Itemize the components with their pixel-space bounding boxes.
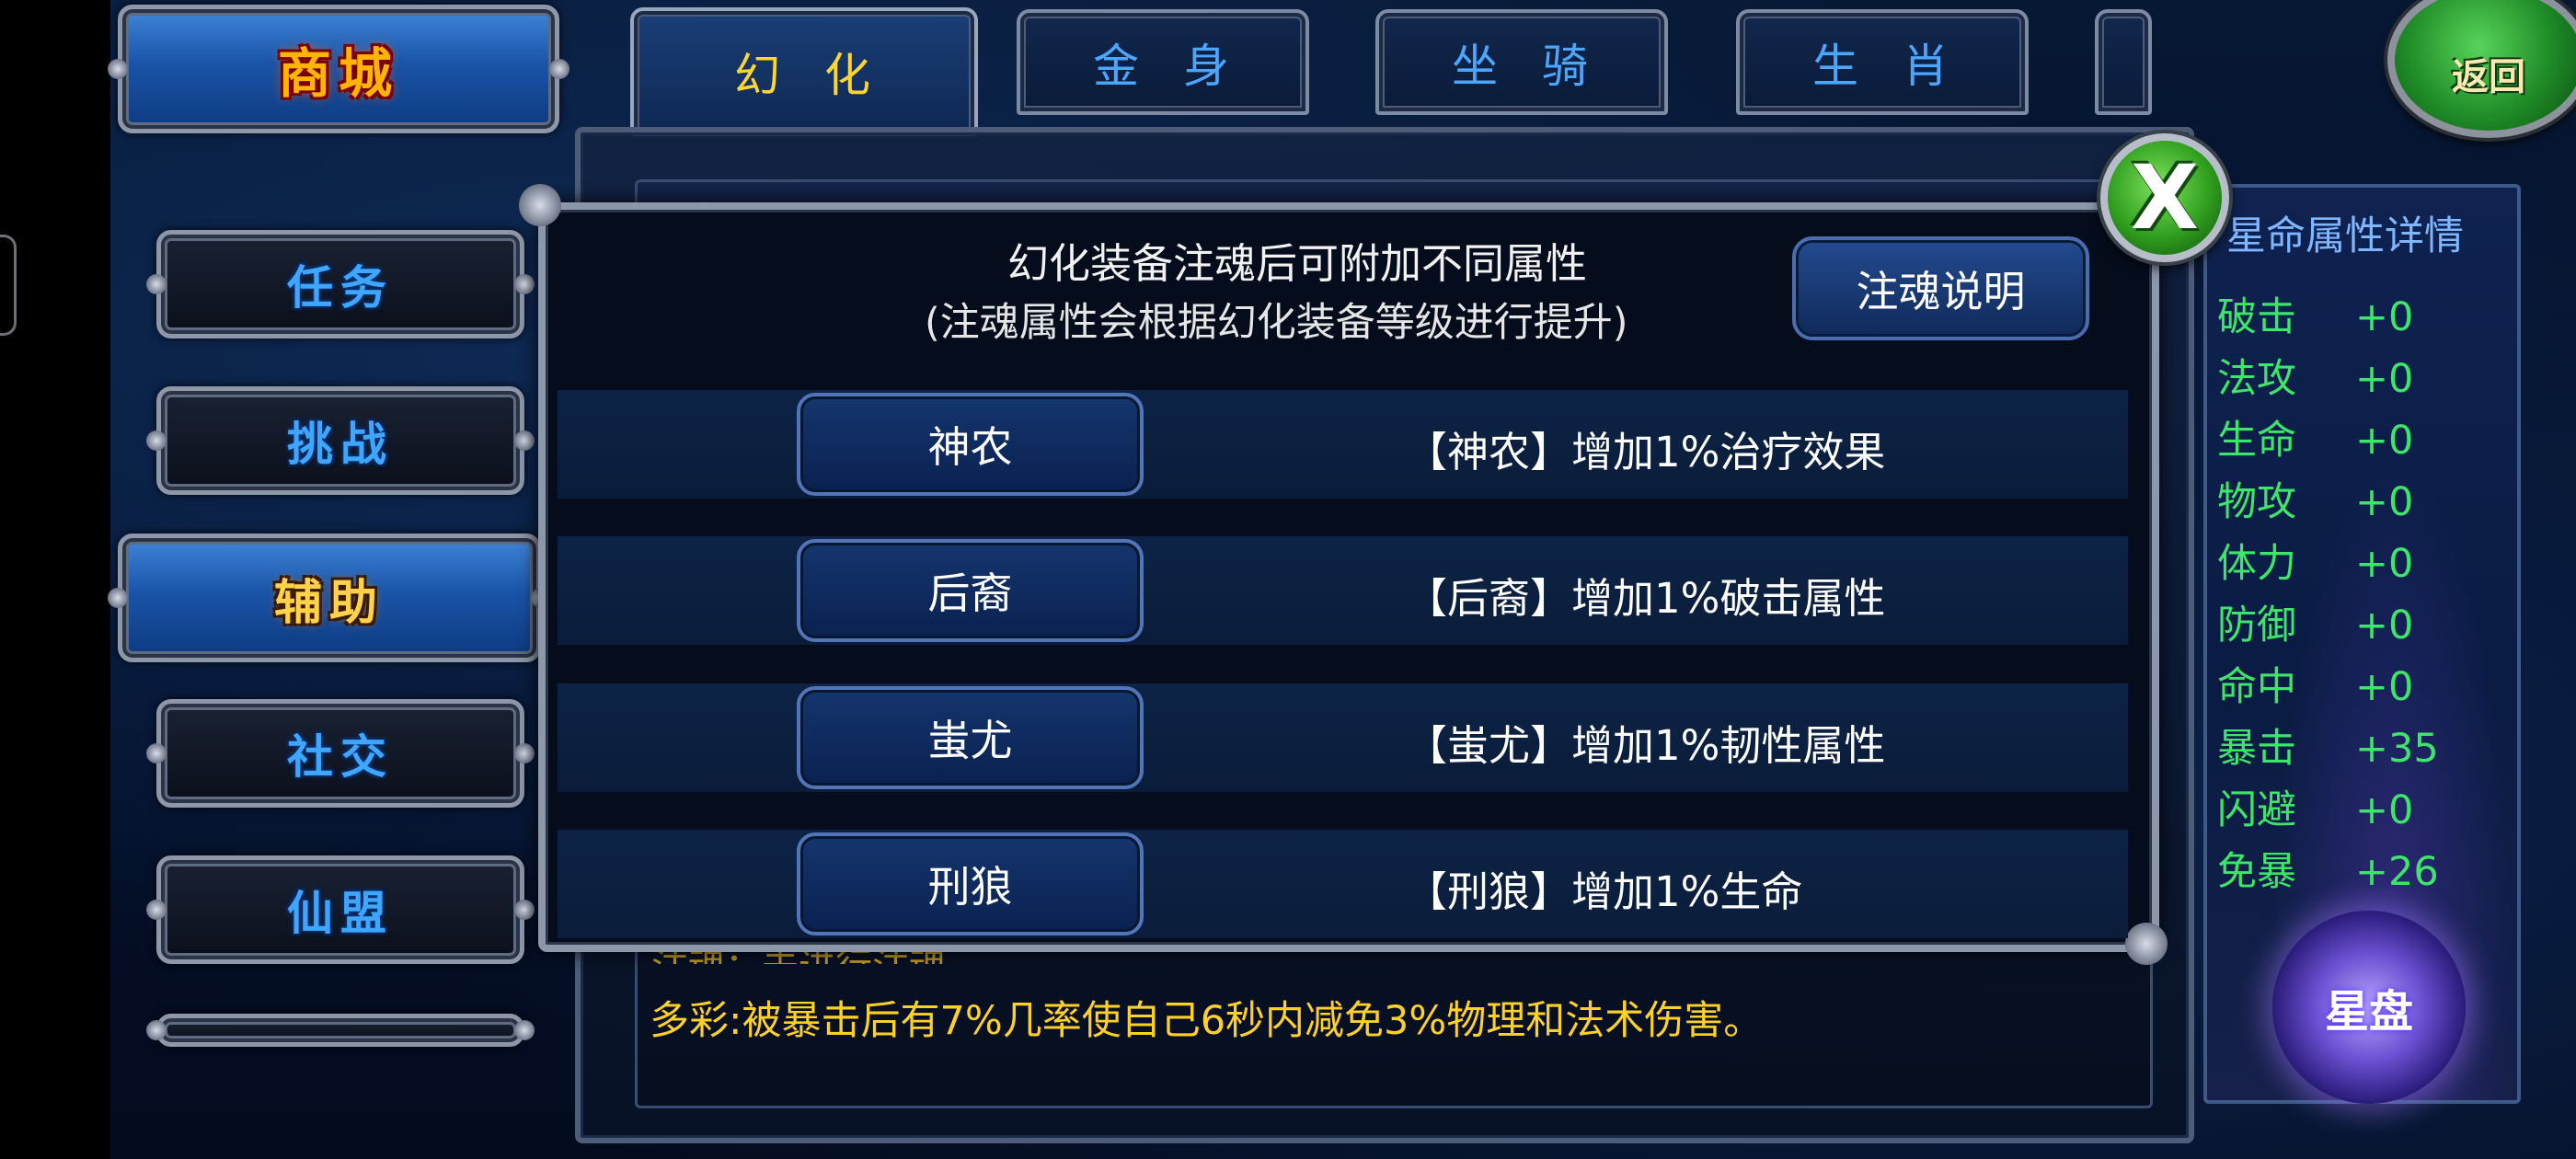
option-button-label: 后裔 bbox=[927, 568, 1013, 618]
attr-row: 物攻 +0 bbox=[2217, 470, 2413, 527]
attr-name: 法攻 bbox=[2217, 356, 2296, 402]
option-description: 【蚩尤】增加1%韧性属性 bbox=[1406, 721, 1886, 770]
attr-name: 破击 bbox=[2217, 294, 2296, 340]
tab-partial[interactable] bbox=[2095, 9, 2152, 115]
dialog-description: 幻化装备注魂后可附加不同属性 bbox=[1007, 239, 1588, 288]
tab-label: 金身 bbox=[1093, 39, 1273, 93]
attr-name: 闪避 bbox=[2217, 787, 2296, 833]
attr-name: 命中 bbox=[2217, 664, 2296, 710]
tab-label: 坐骑 bbox=[1452, 39, 1632, 93]
soul-explanation-button[interactable]: 注魂说明 bbox=[1792, 236, 2089, 340]
attr-name: 免暴 bbox=[2217, 849, 2296, 895]
attributes-title: 星命属性详情 bbox=[2226, 213, 2464, 259]
option-row bbox=[558, 536, 2128, 645]
attr-name: 物攻 bbox=[2217, 479, 2296, 525]
menu-item-label: 仙盟 bbox=[287, 887, 394, 940]
option-button-houyi[interactable]: 后裔 bbox=[797, 539, 1144, 642]
menu-item-social[interactable]: 社交 bbox=[146, 699, 535, 808]
option-button-chiyou[interactable]: 蚩尤 bbox=[797, 686, 1144, 789]
option-description: 【刑狼】增加1%生命 bbox=[1406, 867, 1803, 916]
option-button-label: 刑狼 bbox=[927, 862, 1013, 912]
menu-item-assist[interactable]: 辅助 bbox=[108, 534, 551, 662]
close-icon: X bbox=[2130, 146, 2199, 249]
attr-value: +0 bbox=[2355, 356, 2414, 402]
menu-item-task[interactable]: 任务 bbox=[146, 230, 535, 339]
attr-name: 生命 bbox=[2217, 418, 2296, 464]
attr-row: 体力 +0 bbox=[2217, 532, 2413, 589]
soul-explanation-label: 注魂说明 bbox=[1856, 266, 2026, 316]
attr-value: +0 bbox=[2355, 664, 2414, 710]
attr-name: 体力 bbox=[2217, 541, 2296, 587]
attr-value: +0 bbox=[2355, 602, 2414, 648]
attr-value: +0 bbox=[2355, 541, 2414, 587]
tab-label: 生肖 bbox=[1812, 39, 1993, 93]
edge-handle[interactable] bbox=[0, 235, 17, 336]
shop-button[interactable]: 商城 bbox=[108, 5, 569, 133]
attr-row: 闪避 +0 bbox=[2217, 778, 2413, 835]
attr-row: 命中 +0 bbox=[2217, 655, 2413, 712]
attr-row: 生命 +0 bbox=[2217, 408, 2413, 465]
attr-row: 免暴 +26 bbox=[2217, 840, 2439, 897]
shop-button-label: 商城 bbox=[277, 42, 399, 105]
tab-huanhua[interactable]: 幻化 bbox=[630, 7, 978, 136]
attr-value: +0 bbox=[2355, 479, 2414, 525]
attr-value: +0 bbox=[2355, 294, 2414, 340]
attr-value: +35 bbox=[2355, 726, 2439, 772]
return-button-label: 返回 bbox=[2452, 56, 2525, 98]
attr-row: 防御 +0 bbox=[2217, 593, 2413, 650]
option-button-label: 蚩尤 bbox=[927, 716, 1013, 765]
star-disc-label: 星盘 bbox=[2324, 986, 2413, 1038]
dialog-corner-ornament bbox=[519, 184, 561, 226]
attr-row: 破击 +0 bbox=[2217, 285, 2413, 342]
attr-value: +0 bbox=[2355, 787, 2414, 833]
dialog-corner-ornament bbox=[2125, 923, 2168, 965]
option-description: 【后裔】增加1%破击属性 bbox=[1406, 574, 1886, 623]
menu-item-label: 辅助 bbox=[273, 575, 385, 631]
option-description: 【神农】增加1%治疗效果 bbox=[1406, 428, 1886, 476]
menu-item-label: 任务 bbox=[287, 261, 394, 315]
tab-zuoqi[interactable]: 坐骑 bbox=[1375, 9, 1668, 115]
tab-label: 幻化 bbox=[734, 49, 914, 102]
attr-name: 暴击 bbox=[2217, 726, 2296, 772]
attr-row: 暴击 +35 bbox=[2217, 717, 2439, 774]
menu-item-label: 社交 bbox=[287, 730, 394, 784]
menu-item-label: 挑战 bbox=[287, 418, 394, 471]
star-disc-button[interactable]: 星盘 bbox=[2272, 911, 2466, 1104]
dialog-description-note: (注魂属性会根据幻化装备等级进行提升) bbox=[925, 300, 1628, 346]
option-button-label: 神农 bbox=[927, 422, 1013, 472]
menu-item-alliance[interactable]: 仙盟 bbox=[146, 855, 535, 964]
effect-description: 多彩:被暴击后有7%几率使自己6秒内减免3%物理和法术伤害。 bbox=[650, 998, 1764, 1044]
menu-item-challenge[interactable]: 挑战 bbox=[146, 386, 535, 495]
tab-shengxiao[interactable]: 生肖 bbox=[1736, 9, 2029, 115]
option-button-shennong[interactable]: 神农 bbox=[797, 393, 1144, 496]
tab-jinshen[interactable]: 金身 bbox=[1017, 9, 1309, 115]
close-button[interactable]: X bbox=[2100, 133, 2229, 262]
attr-value: +0 bbox=[2355, 418, 2414, 464]
option-row bbox=[558, 830, 2128, 938]
attr-name: 防御 bbox=[2217, 602, 2296, 648]
option-row bbox=[558, 390, 2128, 499]
attr-value: +26 bbox=[2355, 849, 2439, 895]
option-button-xinglang[interactable]: 刑狼 bbox=[797, 832, 1144, 935]
attr-row: 法攻 +0 bbox=[2217, 347, 2413, 404]
option-row bbox=[558, 683, 2128, 792]
menu-item-partial[interactable] bbox=[146, 1014, 535, 1047]
